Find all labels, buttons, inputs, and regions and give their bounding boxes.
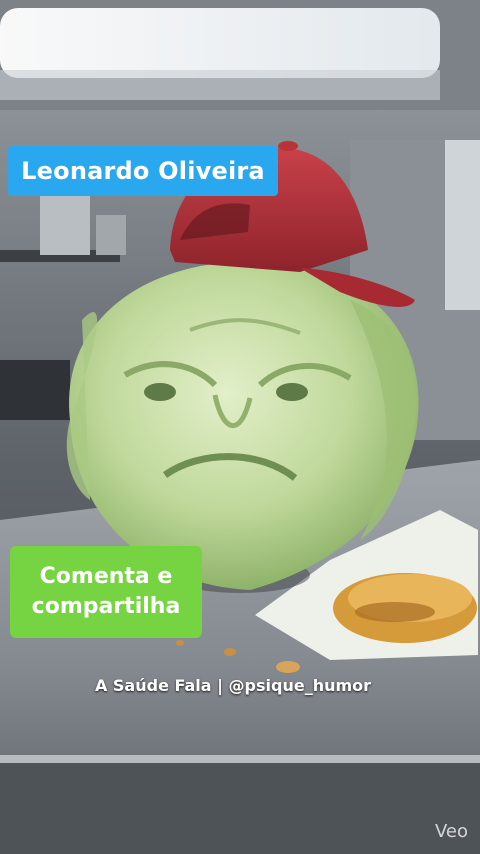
kitchen-photo [0, 0, 480, 854]
cta-line-1: Comenta e [39, 564, 173, 589]
veo-watermark: Veo [434, 821, 468, 842]
name-tag: Leonardo Oliveira [8, 146, 278, 196]
cta-line-2: compartilha [31, 594, 181, 619]
cta-banner: Comenta e compartilha [10, 546, 202, 638]
photo-scene [0, 0, 480, 854]
credit-caption: A Saúde Fala | @psique_humor [94, 676, 372, 695]
